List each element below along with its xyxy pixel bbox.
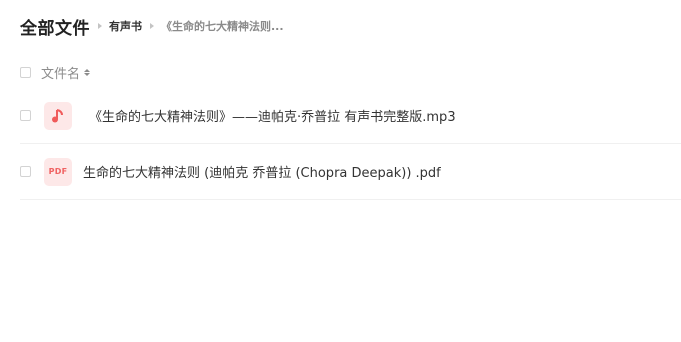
name-column-header[interactable]: 文件名	[41, 63, 80, 82]
file-name[interactable]: 《生命的七大精神法则》——迪帕克·乔普拉 有声书完整版.mp3	[89, 106, 456, 125]
sort-icon[interactable]	[84, 68, 91, 76]
breadcrumb-folder[interactable]: 有声书	[109, 18, 142, 34]
pdf-icon-label: PDF	[48, 167, 68, 176]
file-row[interactable]: PDF 生命的七大精神法则 (迪帕克 乔普拉 (Chopra Deepak)) …	[20, 144, 681, 200]
file-row[interactable]: 《生命的七大精神法则》——迪帕克·乔普拉 有声书完整版.mp3	[20, 88, 681, 144]
file-name[interactable]: 生命的七大精神法则 (迪帕克 乔普拉 (Chopra Deepak)) .pdf	[83, 162, 441, 181]
music-note-icon	[44, 101, 72, 130]
file-browser: 全部文件 有声书 《生命的七大精神法则... 文件名 《生命的七大精神法则》——…	[0, 0, 681, 342]
file-checkbox[interactable]	[20, 110, 31, 121]
chevron-right-icon	[98, 23, 102, 29]
chevron-right-icon	[150, 23, 154, 29]
breadcrumb: 全部文件 有声书 《生命的七大精神法则...	[20, 12, 284, 40]
file-checkbox[interactable]	[20, 166, 31, 177]
breadcrumb-current: 《生命的七大精神法则...	[161, 20, 284, 33]
list-header: 文件名	[20, 62, 681, 82]
pdf-icon: PDF	[44, 157, 72, 186]
breadcrumb-root[interactable]: 全部文件	[20, 14, 90, 39]
select-all-checkbox[interactable]	[20, 66, 31, 78]
